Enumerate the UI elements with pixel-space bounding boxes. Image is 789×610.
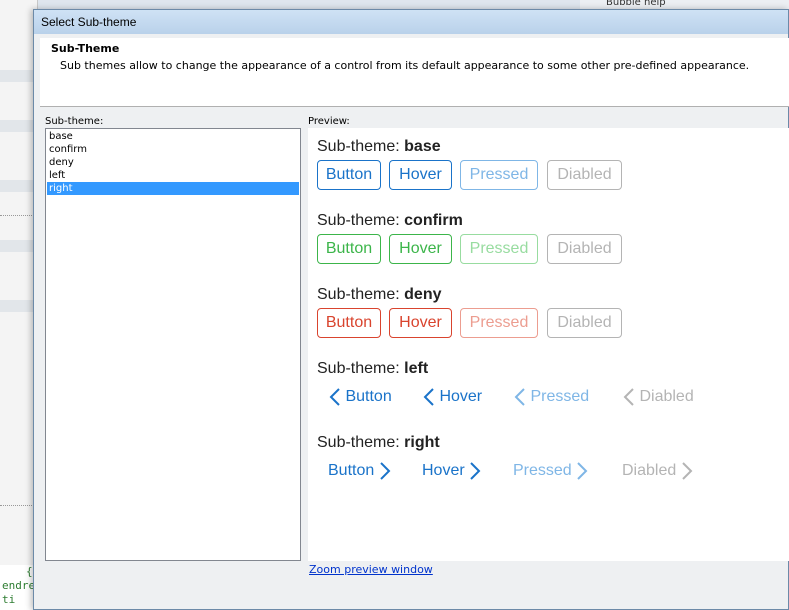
section-title: Sub-theme: deny — [317, 284, 442, 306]
preview-back-button-pressed[interactable]: Pressed — [514, 382, 589, 412]
subtheme-item-deny[interactable]: deny — [47, 156, 299, 169]
button-label: Diabled — [622, 462, 677, 479]
button-label: Button — [345, 388, 392, 405]
preview-forward-button-disabled: Diabled — [622, 456, 693, 486]
section-prefix: Sub-theme: — [317, 360, 405, 377]
header-title: Sub-Theme — [51, 42, 120, 55]
preview-button-hover[interactable]: Hover — [389, 160, 452, 190]
section-title: Sub-theme: confirm — [317, 210, 463, 232]
section-name: confirm — [404, 212, 463, 229]
chevron-right-icon — [380, 462, 391, 480]
button-label: Hover — [422, 462, 465, 479]
preview-section-deny: Sub-theme: deny Button Hover Pressed Dia… — [317, 284, 622, 340]
preview-button-disabled: Diabled — [547, 160, 622, 190]
button-row: Button Hover Pressed Diabled — [317, 382, 694, 414]
chevron-right-icon — [577, 462, 588, 480]
preview-button-pressed[interactable]: Pressed — [460, 160, 538, 190]
section-name: left — [404, 360, 429, 377]
preview-forward-button-hover[interactable]: Hover — [422, 456, 481, 486]
button-row: Button Hover Pressed Diabled — [317, 160, 622, 192]
subtheme-item-confirm[interactable]: confirm — [47, 143, 299, 156]
preview-button-normal[interactable]: Button — [317, 308, 381, 338]
chevron-right-icon — [470, 462, 481, 480]
preview-section-confirm: Sub-theme: confirm Button Hover Pressed … — [317, 210, 622, 266]
dialog-title[interactable]: Select Sub-theme — [34, 10, 788, 34]
button-row: Button Hover Pressed Diabled — [317, 234, 622, 266]
subtheme-list-label: Sub-theme: — [45, 116, 104, 127]
header-description: Sub themes allow to change the appearanc… — [60, 59, 750, 72]
preview-label: Preview: — [308, 116, 350, 127]
section-title: Sub-theme: left — [317, 358, 428, 380]
chevron-left-icon — [423, 388, 434, 406]
preview-section-left: Sub-theme: left Button Hover Pressed Dia… — [317, 358, 694, 414]
section-prefix: Sub-theme: — [317, 434, 405, 451]
section-title: Sub-theme: right — [317, 432, 440, 454]
button-label: Pressed — [513, 462, 572, 479]
preview-button-disabled: Diabled — [547, 308, 622, 338]
subtheme-item-left[interactable]: left — [47, 169, 299, 182]
section-prefix: Sub-theme: — [317, 212, 405, 229]
preview-section-right: Sub-theme: right Button Hover Pressed Di… — [317, 432, 693, 488]
preview-back-button-hover[interactable]: Hover — [423, 382, 482, 412]
preview-button-disabled: Diabled — [547, 234, 622, 264]
preview-button-hover[interactable]: Hover — [389, 234, 452, 264]
preview-forward-button-pressed[interactable]: Pressed — [513, 456, 588, 486]
preview-button-hover[interactable]: Hover — [389, 308, 452, 338]
button-label: Button — [328, 462, 375, 479]
preview-button-pressed[interactable]: Pressed — [460, 234, 538, 264]
preview-forward-button-normal[interactable]: Button — [328, 456, 391, 486]
section-name: right — [404, 434, 440, 451]
chevron-left-icon — [623, 388, 634, 406]
button-label: Diabled — [639, 388, 694, 405]
subtheme-item-right[interactable]: right — [47, 182, 299, 195]
preview-button-normal[interactable]: Button — [317, 234, 381, 264]
section-prefix: Sub-theme: — [317, 138, 405, 155]
preview-panel: Sub-theme: base Button Hover Pressed Dia… — [308, 128, 789, 561]
preview-back-button-normal[interactable]: Button — [329, 382, 392, 412]
preview-button-normal[interactable]: Button — [317, 160, 381, 190]
button-label: Pressed — [530, 388, 590, 405]
button-row: Button Hover Pressed Diabled — [317, 308, 622, 340]
select-subtheme-dialog: Select Sub-theme Sub-Theme Sub themes al… — [33, 9, 789, 610]
preview-back-button-disabled: Diabled — [623, 382, 694, 412]
subtheme-item-base[interactable]: base — [47, 130, 299, 143]
section-name: base — [404, 138, 441, 155]
chevron-right-icon — [682, 462, 693, 480]
button-label: Hover — [439, 388, 483, 405]
zoom-preview-link[interactable]: Zoom preview window — [309, 563, 433, 576]
section-prefix: Sub-theme: — [317, 286, 405, 303]
button-row: Button Hover Pressed Diabled — [317, 456, 693, 488]
chevron-left-icon — [329, 388, 340, 406]
preview-section-base: Sub-theme: base Button Hover Pressed Dia… — [317, 136, 622, 192]
subtheme-list[interactable]: base confirm deny left right — [45, 128, 301, 561]
section-title: Sub-theme: base — [317, 136, 441, 158]
section-name: deny — [404, 286, 442, 303]
dialog-header: Sub-Theme Sub themes allow to change the… — [40, 38, 789, 107]
chevron-left-icon — [514, 388, 525, 406]
bubble-help-label: Bubble help — [606, 0, 666, 8]
preview-button-pressed[interactable]: Pressed — [460, 308, 538, 338]
